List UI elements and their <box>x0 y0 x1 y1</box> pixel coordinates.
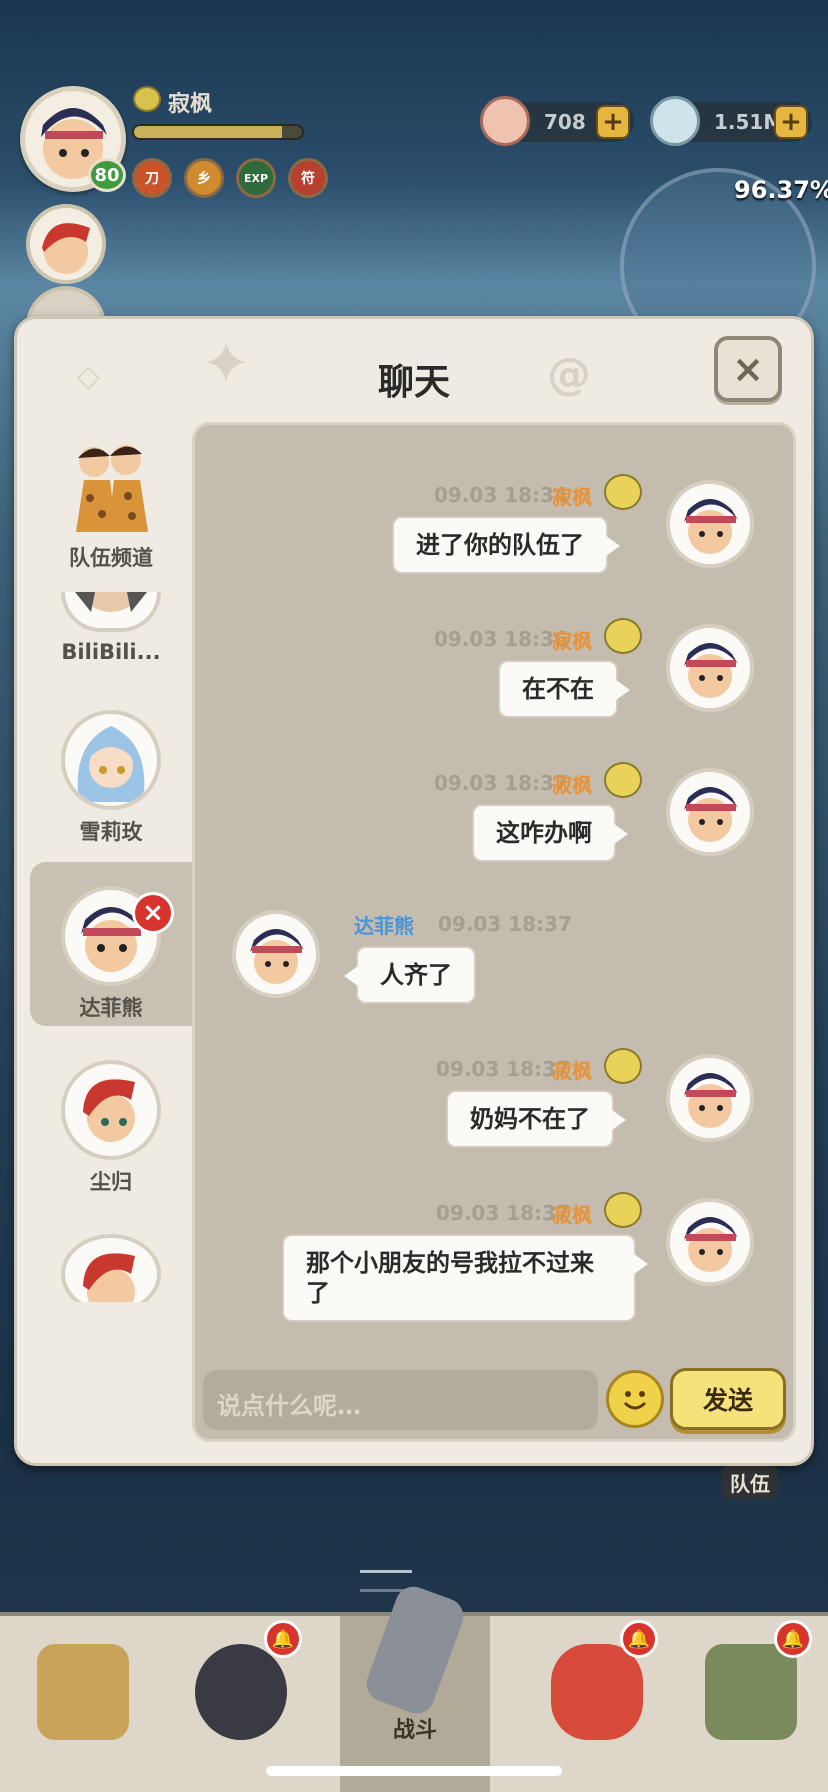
message-sender: 寂枫 <box>552 773 592 797</box>
friend-avatar <box>61 1060 161 1160</box>
message-timestamp: 09.03 18:37 <box>436 1057 570 1081</box>
tribe-icon <box>37 1644 129 1740</box>
message-sender: 寂枫 <box>552 1203 592 1227</box>
chat-bubble: 这咋办啊 <box>472 804 628 862</box>
message-sender: 寂枫 <box>552 485 592 509</box>
crystal-currency: 1.51M + <box>650 96 812 146</box>
crystal-amount: 1.51M <box>714 110 784 134</box>
nav-label: 战斗 <box>392 1718 437 1743</box>
buff-rune-icon[interactable]: 符 <box>288 158 328 198</box>
smiley-icon <box>623 1391 647 1410</box>
message-timestamp: 09.03 18:37 <box>438 912 572 936</box>
shell-icon <box>480 96 530 146</box>
channel-friend-unnamed[interactable] <box>30 1234 192 1302</box>
nav-tribe[interactable] <box>8 1616 158 1792</box>
home-indicator[interactable] <box>266 1766 562 1776</box>
channel-team[interactable]: 队伍频道 <box>30 440 192 590</box>
friend-avatar[interactable] <box>232 910 320 998</box>
crystal-icon <box>650 96 700 146</box>
channel-label: BiliBili... <box>61 640 161 664</box>
title-emblem-icon <box>604 618 642 654</box>
title-emblem-icon <box>604 474 642 510</box>
level-badge: 80 <box>88 158 126 192</box>
channel-friend-xuelimei[interactable]: 雪莉玫 <box>30 710 192 860</box>
shell-currency: 708 + <box>480 96 634 146</box>
friend-avatar <box>61 592 161 632</box>
bottom-nav: 🔔 战斗 🔔 🔔 <box>0 1581 828 1792</box>
chat-bubble: 在不在 <box>498 660 630 718</box>
chat-bubble: 人齐了 <box>344 946 476 1004</box>
title-emblem-icon <box>604 1048 642 1084</box>
buff-exp-icon[interactable]: EXP <box>236 158 276 198</box>
character-icon <box>195 1644 287 1740</box>
title-emblem-icon <box>604 1192 642 1228</box>
buff-village-icon[interactable]: 乡 <box>184 158 224 198</box>
my-avatar[interactable] <box>666 1198 754 1286</box>
channel-label: 队伍频道 <box>69 546 153 570</box>
channel-label: 达菲熊 <box>79 996 143 1020</box>
channel-label: 尘归 <box>90 1170 132 1194</box>
chat-bubble: 奶妈不在了 <box>446 1090 626 1148</box>
message-timestamp: 09.03 18:36 <box>434 627 568 651</box>
message-sender: 寂枫 <box>552 629 592 653</box>
friend-avatar <box>61 710 161 810</box>
my-avatar[interactable] <box>666 1054 754 1142</box>
sword-icon <box>361 1581 469 1719</box>
team-channel-icon <box>76 445 148 532</box>
team-tag[interactable]: 队伍 <box>722 1466 778 1499</box>
channel-friend-chengui[interactable]: 尘归 <box>30 1060 192 1210</box>
my-avatar[interactable] <box>666 480 754 568</box>
my-avatar[interactable] <box>666 768 754 856</box>
title-emblem-icon <box>133 86 161 112</box>
add-crystal-button[interactable]: + <box>774 105 808 139</box>
buff-attack-icon[interactable]: 刀 <box>132 158 172 198</box>
pet-icon <box>551 1644 643 1740</box>
notification-bell-icon: 🔔 <box>620 1620 658 1658</box>
teammate-avatar[interactable] <box>26 204 106 284</box>
message-sender: 寂枫 <box>552 1059 592 1083</box>
chat-input[interactable]: 说点什么呢… <box>203 1370 598 1430</box>
message-timestamp: 09.03 18:37 <box>436 1201 570 1225</box>
my-avatar[interactable] <box>666 624 754 712</box>
map-progress: 96.37% <box>734 176 828 204</box>
notification-bell-icon: 🔔 <box>774 1620 812 1658</box>
channel-label: 雪莉玫 <box>79 820 143 844</box>
notification-bell-icon: 🔔 <box>264 1620 302 1658</box>
totem-icon <box>705 1644 797 1740</box>
shell-amount: 708 <box>544 110 586 134</box>
channel-friend-bilibili[interactable]: BiliBili... <box>30 592 192 692</box>
add-shell-button[interactable]: + <box>596 105 630 139</box>
player-name: 寂枫 <box>168 92 213 117</box>
send-button[interactable]: 发送 <box>670 1368 786 1430</box>
page-indicator <box>360 1558 470 1592</box>
friend-avatar <box>61 1234 161 1302</box>
chat-bubble: 进了你的队伍了 <box>392 516 620 574</box>
channel-friend-dafeixiong[interactable]: × 达菲熊 <box>30 862 192 1026</box>
delete-conversation-button[interactable]: × <box>132 892 174 934</box>
title-emblem-icon <box>604 762 642 798</box>
close-button[interactable]: × <box>714 336 782 402</box>
nav-totem[interactable]: 🔔 <box>676 1616 826 1792</box>
emoji-button[interactable] <box>606 1370 664 1428</box>
chat-channel-list[interactable]: 队伍频道 BiliBili... 雪莉玫 × 达菲熊 尘归 <box>30 422 192 1302</box>
message-timestamp: 09.03 18:34 <box>434 483 568 507</box>
exp-bar <box>132 124 304 140</box>
message-timestamp: 09.03 18:37 <box>434 771 568 795</box>
panel-title: 聊天 <box>377 362 450 403</box>
chat-bubble: 那个小朋友的号我拉不过来了 <box>282 1234 648 1322</box>
message-sender: 达菲熊 <box>354 914 414 938</box>
exp-bar-fill <box>134 126 282 138</box>
